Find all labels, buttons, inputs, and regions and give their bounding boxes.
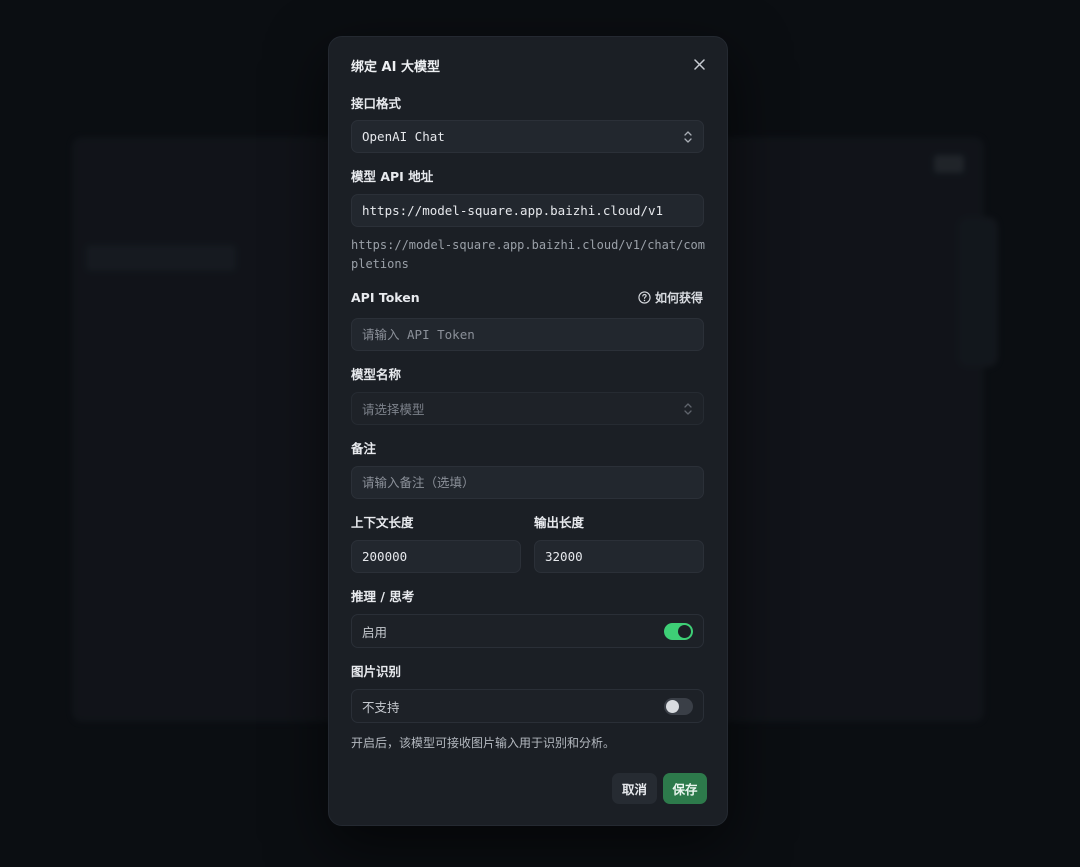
reasoning-toggle-row[interactable]: 启用 [351, 614, 704, 648]
resolved-endpoint-hint: https://model-square.app.baizhi.cloud/v1… [351, 238, 706, 271]
output-length-input[interactable]: 32000 [534, 540, 704, 573]
interface-format-value: OpenAI Chat [362, 129, 445, 144]
image-recognition-switch[interactable] [664, 697, 693, 715]
context-length-label: 上下文长度 [351, 515, 414, 530]
chevron-up-down-icon [684, 130, 692, 143]
model-name-select[interactable]: 请选择模型 [351, 392, 704, 425]
output-length-value: 32000 [545, 549, 583, 564]
api-token-input-wrapper [351, 318, 704, 351]
api-url-value: https://model-square.app.baizhi.cloud/v1 [362, 203, 664, 218]
interface-format-select[interactable]: OpenAI Chat [351, 120, 704, 153]
image-recognition-label: 图片识别 [351, 664, 402, 679]
remark-label: 备注 [351, 441, 377, 456]
api-token-input[interactable] [362, 327, 693, 342]
remark-input[interactable] [362, 475, 693, 490]
close-button[interactable] [691, 56, 707, 72]
switch-knob [678, 624, 691, 638]
remark-input-wrapper [351, 466, 704, 499]
how-to-get-label: 如何获得 [654, 291, 703, 305]
reasoning-switch[interactable] [664, 622, 693, 640]
save-button[interactable]: 保存 [663, 773, 707, 804]
reasoning-status: 启用 [362, 624, 388, 640]
help-circle-icon [638, 291, 651, 304]
api-token-label: API Token [351, 290, 420, 305]
switch-knob [666, 699, 679, 713]
image-recognition-helper-text: 开启后，该模型可接收图片输入用于识别和分析。 [351, 736, 616, 750]
output-length-label: 输出长度 [534, 515, 585, 530]
image-recognition-toggle-row[interactable]: 不支持 [351, 689, 704, 723]
dialog-title: 绑定 AI 大模型 [351, 60, 440, 75]
reasoning-label: 推理 / 思考 [351, 589, 415, 604]
api-url-input[interactable]: https://model-square.app.baizhi.cloud/v1 [351, 194, 704, 227]
bind-model-dialog: 绑定 AI 大模型 接口格式 OpenAI Chat 模型 API 地址 htt… [328, 36, 728, 826]
model-name-placeholder: 请选择模型 [362, 402, 425, 417]
image-recognition-status: 不支持 [362, 699, 400, 715]
close-icon [693, 58, 705, 70]
context-length-input[interactable]: 200000 [351, 540, 521, 573]
api-url-label: 模型 API 地址 [351, 169, 434, 184]
model-name-label: 模型名称 [351, 367, 402, 382]
how-to-get-link[interactable]: 如何获得 [638, 289, 703, 306]
context-length-value: 200000 [362, 549, 408, 564]
chevron-up-down-icon [684, 402, 692, 415]
cancel-button[interactable]: 取消 [612, 773, 657, 804]
interface-format-label: 接口格式 [351, 96, 402, 111]
